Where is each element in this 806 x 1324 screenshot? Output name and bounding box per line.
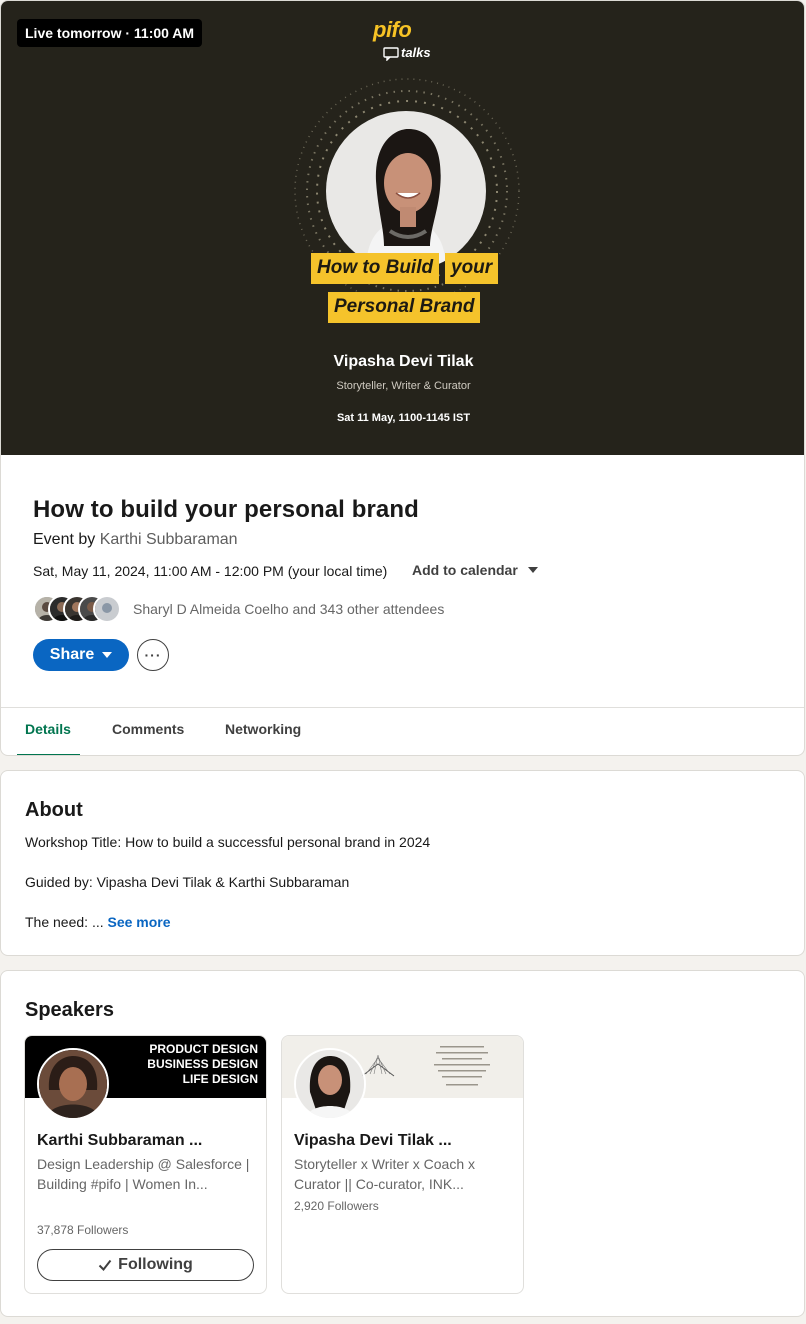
headline-tag-how-to-build: How to Build — [311, 253, 440, 284]
event-banner: Live tomorrow · 11:00 AM pifo talks How … — [1, 1, 804, 455]
following-button[interactable]: Following — [37, 1249, 254, 1281]
event-time: Sat, May 11, 2024, 11:00 AM - 12:00 PM (… — [33, 563, 388, 579]
speaker-avatar[interactable] — [37, 1048, 109, 1120]
speaker-followers: 37,878 Followers — [37, 1223, 129, 1237]
event-by-prefix: Event by — [33, 531, 96, 548]
ellipsis-icon: ··· — [144, 647, 162, 663]
speaker-avatar[interactable] — [294, 1048, 366, 1120]
pifo-talks-logo: pifo talks — [373, 17, 443, 65]
event-organizer: Event by Karthi Subbaraman — [33, 531, 238, 549]
tab-details[interactable]: Details — [25, 721, 71, 737]
event-top-card: Live tomorrow · 11:00 AM pifo talks How … — [0, 0, 805, 756]
tab-comments[interactable]: Comments — [112, 721, 184, 737]
attendees-link[interactable]: Sharyl D Almeida Coelho and 343 other at… — [133, 601, 444, 617]
tab-networking[interactable]: Networking — [225, 721, 301, 737]
speaker-headline: Design Leadership @ Salesforce | Buildin… — [37, 1156, 250, 1192]
host-link[interactable]: Karthi Subbaraman — [100, 531, 238, 548]
banner-date: Sat 11 May, 1100-1145 IST — [336, 412, 471, 424]
speakers-card: Speakers PRODUCT DESIGN BUSINESS DESIGN … — [0, 970, 805, 1317]
speaker-card[interactable]: PRODUCT DESIGN BUSINESS DESIGN LIFE DESI… — [24, 1035, 267, 1294]
share-button[interactable]: Share — [33, 639, 129, 671]
attendee-avatars[interactable] — [33, 595, 125, 623]
caret-down-icon — [102, 652, 113, 658]
speaker-name[interactable]: Vipasha Devi Tilak ... — [294, 1132, 452, 1150]
cover-line: BUSINESS DESIGN — [147, 1057, 258, 1071]
speaker-portrait — [326, 111, 486, 271]
active-tab-indicator — [17, 754, 80, 755]
brand-name: pifo — [373, 17, 412, 42]
chat-bubble-icon — [383, 47, 399, 61]
headline-tag-personal-brand: Personal Brand — [328, 292, 481, 323]
about-card: About Workshop Title: How to build a suc… — [0, 770, 805, 956]
speaker-card[interactable]: Vipasha Devi Tilak ... Storyteller x Wri… — [281, 1035, 524, 1294]
banner-speaker-name: Vipasha Devi Tilak — [333, 353, 474, 370]
add-to-calendar-label: Add to calendar — [412, 562, 518, 578]
about-line-1: Workshop Title: How to build a successfu… — [25, 834, 431, 850]
about-line-2: Guided by: Vipasha Devi Tilak & Karthi S… — [25, 874, 350, 890]
more-options-button[interactable]: ··· — [137, 639, 169, 671]
event-title: How to build your personal brand — [33, 496, 419, 523]
speaker-headline: Storyteller x Writer x Coach x Curator |… — [294, 1156, 476, 1192]
checkmark-icon — [98, 1259, 112, 1272]
speaker-followers: 2,920 Followers — [294, 1199, 379, 1213]
avatar — [93, 595, 121, 623]
cover-line: PRODUCT DESIGN — [149, 1042, 258, 1056]
brand-sub: talks — [401, 45, 431, 60]
speaker-name[interactable]: Karthi Subbaraman ... — [37, 1132, 202, 1150]
add-to-calendar-button[interactable]: Add to calendar — [412, 562, 538, 578]
tabs-divider — [1, 707, 804, 708]
about-need-text: The need: ... — [25, 914, 104, 930]
see-more-link[interactable]: See more — [108, 914, 171, 930]
live-badge: Live tomorrow · 11:00 AM — [17, 19, 203, 47]
share-label: Share — [49, 646, 95, 663]
about-line-3: The need: ... See more — [25, 914, 171, 930]
headline-tag-your: your — [445, 253, 499, 284]
caret-down-icon — [527, 567, 538, 573]
following-label: Following — [118, 1256, 193, 1273]
cover-line: LIFE DESIGN — [182, 1072, 258, 1086]
speakers-title: Speakers — [25, 999, 114, 1021]
about-title: About — [25, 799, 83, 821]
banner-speaker-role: Storyteller, Writer & Curator — [336, 380, 471, 392]
